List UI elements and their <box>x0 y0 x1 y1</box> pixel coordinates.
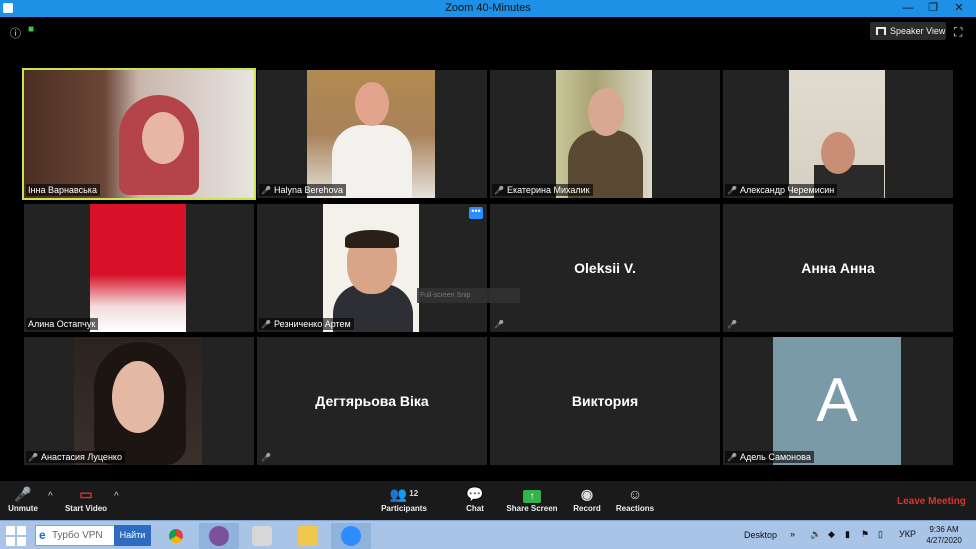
participant-video <box>24 70 254 198</box>
muted-mic-icon: 🎤 <box>261 320 271 329</box>
participant-video <box>90 204 186 332</box>
ie-icon: e <box>39 528 46 542</box>
participant-video <box>789 70 885 198</box>
participant-tile[interactable]: A 🎤 Адель Самонова <box>723 337 953 465</box>
hair <box>345 230 399 248</box>
info-icon[interactable]: ⓘ <box>10 25 21 41</box>
muted-mic-icon: 🎤 <box>727 320 737 329</box>
participant-display-name: Виктория <box>571 393 639 409</box>
participant-tile[interactable]: 🎤 Halyna Berehova <box>257 70 487 198</box>
participant-display-name: Дегтярьова Віка <box>315 393 429 409</box>
viber-taskbar-icon[interactable] <box>199 523 239 549</box>
face <box>821 132 855 174</box>
video-options-chevron-icon[interactable]: ^ <box>114 491 119 502</box>
tray-app-icon[interactable]: ◆ <box>828 529 835 540</box>
share-screen-button[interactable]: ↑ Share Screen <box>506 484 558 513</box>
volume-icon[interactable]: 🔊 <box>810 529 821 540</box>
participant-name: 🎤 <box>259 451 277 463</box>
participant-name: 🎤 <box>725 318 743 330</box>
participant-tile[interactable]: 🎤 Екатерина Михалик <box>490 70 720 198</box>
face <box>142 112 184 164</box>
participant-tile[interactable]: 🎤 Александр Черемисин <box>723 70 953 198</box>
meeting-toolbar: 🎤 Unmute ^ ▭ Start Video ^ 👥 12 Participa… <box>0 481 976 520</box>
muted-mic-icon: 🎤 <box>494 320 504 329</box>
muted-mic-icon: 🎤 <box>261 186 271 195</box>
muted-mic-icon: 🎤 <box>14 486 32 502</box>
zoom-taskbar-icon[interactable] <box>331 523 371 549</box>
more-options-button[interactable]: ••• <box>469 207 483 219</box>
participant-video <box>556 70 652 198</box>
minimize-button[interactable]: — <box>895 0 921 17</box>
participant-video <box>323 204 419 332</box>
reactions-icon: ☺ <box>627 486 643 502</box>
participant-name: 🎤 Резниченко Артем <box>259 318 354 330</box>
lock-icon[interactable]: ■ <box>28 24 34 35</box>
restore-button[interactable]: ❐ <box>920 0 946 17</box>
participant-tile[interactable]: Інна Варнавська <box>22 68 256 200</box>
muted-mic-icon: 🎤 <box>727 453 737 462</box>
participant-tile[interactable]: Алина Остапчук <box>24 204 254 332</box>
record-button[interactable]: ◉ Record <box>570 484 604 513</box>
close-button[interactable]: ✕ <box>946 0 972 17</box>
participant-name: 🎤 Адель Самонова <box>725 451 814 463</box>
participant-name: Алина Остапчук <box>26 318 99 330</box>
network-icon[interactable]: ▮ <box>845 529 850 540</box>
face <box>112 361 164 433</box>
speaker-view-button[interactable]: Speaker View <box>870 22 946 40</box>
video-off-icon: ▭ <box>79 486 93 502</box>
windows-start-icon[interactable] <box>6 526 26 546</box>
window-title: Zoom 40-Minutes <box>445 2 531 14</box>
participant-tile[interactable]: ••• 🎤 Резниченко Артем <box>257 204 487 332</box>
face <box>588 88 624 136</box>
grid-icon <box>876 27 886 35</box>
fullscreen-icon[interactable]: ⛶ <box>954 26 966 38</box>
search-button[interactable]: Найти <box>114 525 151 546</box>
flag-icon[interactable]: ⚑ <box>861 529 869 540</box>
face <box>355 82 389 126</box>
muted-mic-icon: 🎤 <box>494 186 504 195</box>
participant-name: 🎤 <box>492 318 510 330</box>
avatar: A <box>773 337 901 465</box>
participants-count: 12 <box>409 489 419 498</box>
reactions-button[interactable]: ☺ Reactions <box>614 484 656 513</box>
record-icon: ◉ <box>580 486 594 502</box>
participant-name: 🎤 Halyna Berehova <box>259 184 347 196</box>
share-screen-icon: ↑ <box>506 484 558 504</box>
participant-name: Інна Варнавська <box>26 184 100 196</box>
participant-tile[interactable]: Виктория <box>490 337 720 465</box>
tray-chevron-icon[interactable]: » <box>790 529 795 539</box>
participant-display-name: Анна Анна <box>801 260 875 276</box>
battery-icon[interactable]: ▯ <box>878 529 883 540</box>
participant-display-name: Oleksii V. <box>574 260 636 276</box>
snipping-tool-taskbar-icon[interactable] <box>242 523 282 549</box>
participant-name: 🎤 Екатерина Михалик <box>492 184 593 196</box>
participant-video <box>74 337 202 465</box>
start-video-button[interactable]: ▭ Start Video <box>63 484 109 513</box>
participant-tile[interactable]: Анна Анна 🎤 <box>723 204 953 332</box>
file-explorer-taskbar-icon[interactable] <box>288 523 328 549</box>
desktop-toolbar[interactable]: Desktop <box>744 530 777 540</box>
clock[interactable]: 9:36 AM 4/27/2020 <box>923 524 965 546</box>
snip-tooltip: Full-screen Snip <box>417 288 520 303</box>
windows-taskbar: e Турбо VPN Найти Desktop » 🔊 ◆ ▮ ⚑ ▯ УК… <box>0 520 976 549</box>
chrome-taskbar-icon[interactable] <box>156 523 196 549</box>
muted-mic-icon: 🎤 <box>261 453 271 462</box>
leave-meeting-button[interactable]: Leave Meeting <box>897 496 966 507</box>
participant-video <box>307 70 435 198</box>
language-indicator[interactable]: УКР <box>899 529 916 539</box>
audio-options-chevron-icon[interactable]: ^ <box>48 491 53 502</box>
chat-icon: 💬 <box>466 486 484 502</box>
unmute-button[interactable]: 🎤 Unmute <box>6 484 40 513</box>
participant-name: 🎤 Анастасия Луценко <box>26 451 125 463</box>
participants-icon: 👥 12 <box>389 486 419 502</box>
participant-tile[interactable]: 🎤 Анастасия Луценко <box>24 337 254 465</box>
participant-tile[interactable]: Дегтярьова Віка 🎤 <box>257 337 487 465</box>
participant-tile[interactable]: Oleksii V. 🎤 <box>490 204 720 332</box>
participant-name: 🎤 Александр Черемисин <box>725 184 838 196</box>
muted-mic-icon: 🎤 <box>727 186 737 195</box>
participants-button[interactable]: 👥 12 Participants <box>380 484 428 513</box>
muted-mic-icon: 🎤 <box>28 453 38 462</box>
title-bar: Zoom 40-Minutes — ❐ ✕ <box>0 0 976 17</box>
chat-button[interactable]: 💬 Chat <box>460 484 490 513</box>
